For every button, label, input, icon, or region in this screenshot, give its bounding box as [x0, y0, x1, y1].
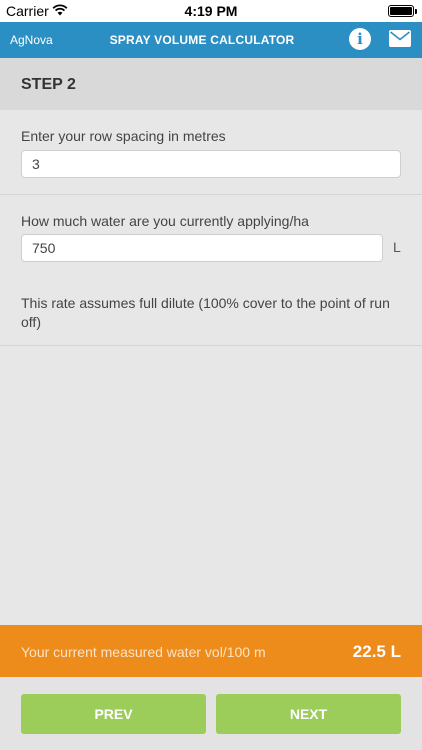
row-spacing-label: Enter your row spacing in metres: [21, 128, 226, 144]
info-icon[interactable]: i: [349, 28, 371, 50]
next-button[interactable]: NEXT: [216, 694, 401, 734]
row-spacing-section: Enter your row spacing in metres 3: [0, 110, 422, 195]
mail-icon[interactable]: [389, 30, 411, 47]
page-title: SPRAY VOLUME CALCULATOR: [109, 33, 295, 47]
water-rate-input[interactable]: 750: [21, 234, 383, 262]
prev-button[interactable]: PREV: [21, 694, 206, 734]
result-label: Your current measured water vol/100 m: [21, 644, 266, 660]
form-content: Enter your row spacing in metres 3 How m…: [0, 110, 422, 346]
water-rate-section: How much water are you currently applyin…: [0, 195, 422, 346]
result-value: 22.5 L: [352, 642, 401, 661]
row-spacing-input[interactable]: 3: [21, 150, 401, 178]
step-title: STEP 2: [21, 76, 76, 93]
status-bar: Carrier 4:19 PM: [0, 0, 422, 22]
nav-bar: AgNova SPRAY VOLUME CALCULATOR i: [0, 22, 422, 58]
clock: 4:19 PM: [184, 3, 238, 19]
battery-icon: [388, 5, 417, 17]
step-header: STEP 2: [0, 58, 422, 110]
water-rate-label: How much water are you currently applyin…: [21, 213, 309, 229]
footer-nav: PREV NEXT: [0, 677, 422, 750]
water-rate-unit: L: [393, 239, 401, 255]
dilute-note: This rate assumes full dilute (100% cove…: [21, 295, 390, 330]
result-bar: Your current measured water vol/100 m 22…: [0, 625, 422, 677]
